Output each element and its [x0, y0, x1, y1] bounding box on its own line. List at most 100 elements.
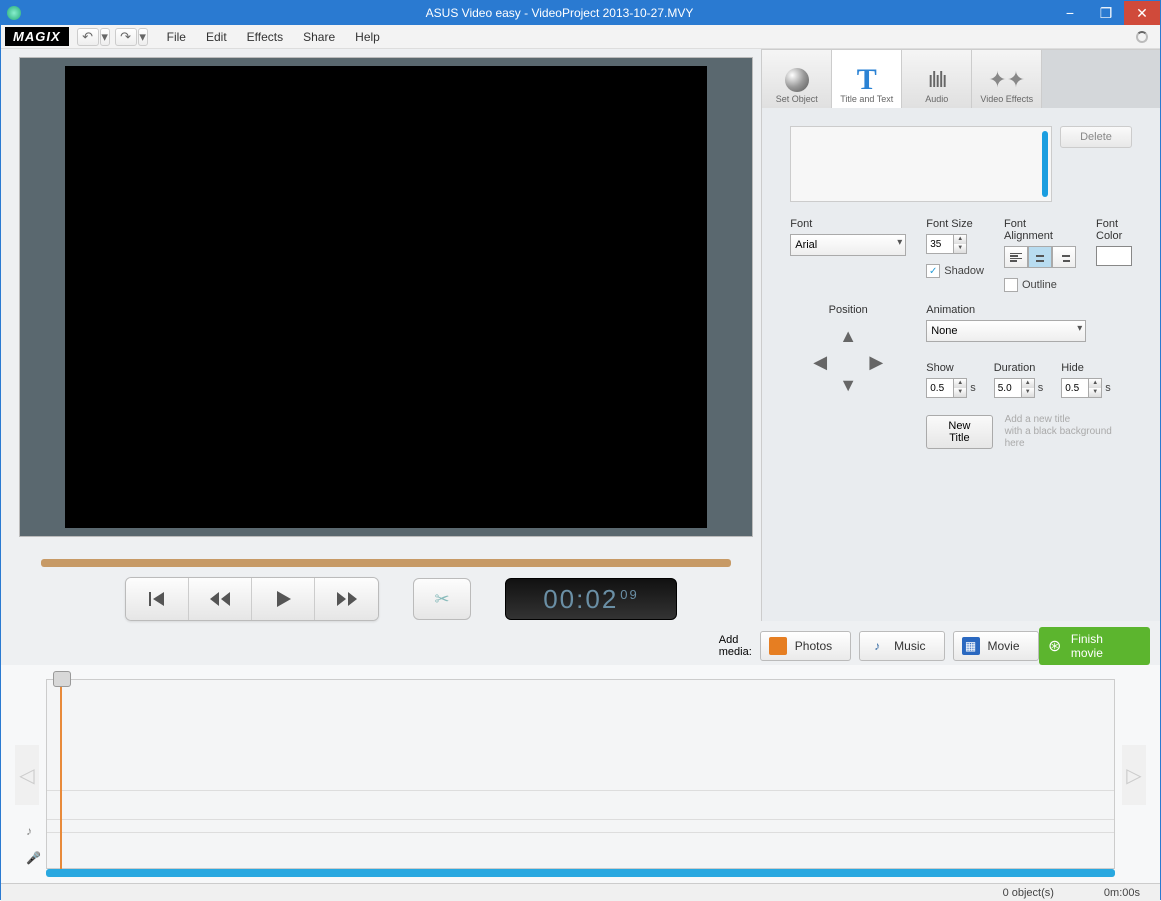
preview-video[interactable] [65, 66, 707, 528]
timeline-nav-left[interactable]: ◁ [15, 745, 39, 805]
cut-button[interactable]: ✂ [413, 578, 471, 620]
show-spinner[interactable]: ▲▼ [926, 378, 967, 398]
title-text-input[interactable] [790, 126, 1052, 202]
playhead[interactable] [60, 679, 62, 869]
font-color-swatch[interactable] [1096, 246, 1132, 266]
fastforward-button[interactable] [315, 578, 378, 620]
tab-video-effects[interactable]: ✦✦ Video Effects [972, 50, 1042, 108]
align-center-button[interactable] [1028, 246, 1052, 268]
title-icon: T [857, 66, 877, 94]
menu-effects[interactable]: Effects [237, 27, 293, 47]
animation-label: Animation [926, 304, 1132, 316]
menu-bar: MAGIX ↶ ▾ ↷ ▾ File Edit Effects Share He… [1, 25, 1160, 49]
timeline-nav-right[interactable]: ▷ [1122, 745, 1146, 805]
hide-spinner[interactable]: ▲▼ [1061, 378, 1102, 398]
tab-set-object[interactable]: Set Object [762, 50, 832, 108]
magix-logo: MAGIX [5, 27, 69, 46]
timecode-main: 00:02 [543, 584, 618, 615]
movie-icon: ▦ [962, 637, 980, 655]
music-icon: ♪ [868, 637, 886, 655]
tab-title-text[interactable]: T Title and Text [832, 50, 902, 108]
mic-track-icon: 🎤 [26, 851, 41, 865]
position-left[interactable]: ◀ [813, 352, 827, 373]
preview-area: ✂ 00:0209 [1, 49, 761, 621]
spin-up[interactable]: ▲ [954, 235, 966, 244]
font-select[interactable]: Arial [790, 234, 906, 256]
busy-icon [1136, 31, 1148, 43]
playback-controls [125, 577, 379, 621]
font-color-label: Font Color [1096, 218, 1132, 242]
duration-spinner[interactable]: ▲▼ [994, 378, 1035, 398]
timecode-display: 00:0209 [505, 578, 677, 620]
minimize-button[interactable]: − [1052, 1, 1088, 25]
total-time: 0m:00s [1104, 887, 1140, 899]
menu-edit[interactable]: Edit [196, 27, 237, 47]
maximize-button[interactable]: ❐ [1088, 1, 1124, 25]
outline-label: Outline [1022, 279, 1057, 291]
menu-file[interactable]: File [157, 27, 196, 47]
sphere-icon [785, 68, 809, 92]
undo-button[interactable]: ↶ [77, 28, 99, 46]
outline-checkbox[interactable] [1004, 278, 1018, 292]
new-title-button[interactable]: New Title [926, 415, 992, 449]
align-right-button[interactable] [1052, 246, 1076, 268]
finish-movie-button[interactable]: ⊛Finish movie [1039, 627, 1150, 665]
hide-label: Hide [1061, 362, 1111, 374]
photos-button[interactable]: Photos [760, 631, 851, 661]
undo-dropdown[interactable]: ▾ [100, 28, 110, 46]
app-icon [7, 6, 21, 20]
play-button[interactable] [252, 578, 315, 620]
font-size-input[interactable] [926, 234, 954, 254]
font-size-spinner[interactable]: ▲▼ [926, 234, 984, 254]
redo-dropdown[interactable]: ▾ [138, 28, 148, 46]
timeline-track[interactable] [46, 679, 1115, 869]
position-label: Position [829, 304, 868, 316]
position-pad: ▲ ▼ ◀ ▶ [813, 326, 883, 396]
audio-icon: ılılı [928, 66, 946, 94]
skip-start-button[interactable] [126, 578, 189, 620]
delete-button[interactable]: Delete [1060, 126, 1132, 148]
alignment-label: Font Alignment [1004, 218, 1076, 242]
animation-select[interactable]: None [926, 320, 1086, 342]
shadow-label: Shadow [944, 265, 984, 277]
close-button[interactable]: ✕ [1124, 1, 1160, 25]
position-down[interactable]: ▼ [839, 375, 857, 396]
show-label: Show [926, 362, 976, 374]
status-bar: 0 object(s) 0m:00s [1, 883, 1160, 901]
music-button[interactable]: ♪Music [859, 631, 944, 661]
align-left-button[interactable] [1004, 246, 1028, 268]
photos-icon [769, 637, 787, 655]
add-media-label: Add media: [719, 634, 752, 658]
font-label: Font [790, 218, 906, 230]
audio-track-icon: ♪ [26, 824, 32, 838]
preview-progress[interactable] [41, 559, 731, 567]
position-right[interactable]: ▶ [869, 352, 883, 373]
movie-button[interactable]: ▦Movie [953, 631, 1039, 661]
side-panel: Set Object T Title and Text ılılı Audio … [761, 49, 1160, 621]
menu-share[interactable]: Share [293, 27, 345, 47]
timeline-scrollbar[interactable] [46, 869, 1115, 877]
duration-label: Duration [994, 362, 1044, 374]
show-input[interactable] [926, 378, 954, 398]
new-title-hint: Add a new titlewith a black background h… [1005, 414, 1132, 450]
shadow-checkbox[interactable]: ✓ [926, 264, 940, 278]
media-bar: Add media: Photos ♪Music ▦Movie ⊛Finish … [1, 621, 1160, 665]
timeline-area: ◁ ▷ ♪ 🎤 [1, 665, 1160, 883]
title-bar: ASUS Video easy - VideoProject 2013-10-2… [1, 1, 1160, 25]
reel-icon: ⊛ [1047, 637, 1063, 655]
sparkle-icon: ✦✦ [988, 66, 1025, 94]
menu-help[interactable]: Help [345, 27, 390, 47]
preview-frame [19, 57, 753, 537]
redo-button[interactable]: ↷ [115, 28, 137, 46]
font-size-label: Font Size [926, 218, 984, 230]
position-up[interactable]: ▲ [839, 326, 857, 347]
object-count: 0 object(s) [1003, 887, 1054, 899]
timecode-frac: 09 [620, 587, 638, 602]
tab-audio[interactable]: ılılı Audio [902, 50, 972, 108]
hide-input[interactable] [1061, 378, 1089, 398]
rewind-button[interactable] [189, 578, 252, 620]
spin-down[interactable]: ▼ [954, 244, 966, 253]
duration-input[interactable] [994, 378, 1022, 398]
text-scrollbar[interactable] [1042, 131, 1048, 197]
window-title: ASUS Video easy - VideoProject 2013-10-2… [27, 6, 1052, 20]
